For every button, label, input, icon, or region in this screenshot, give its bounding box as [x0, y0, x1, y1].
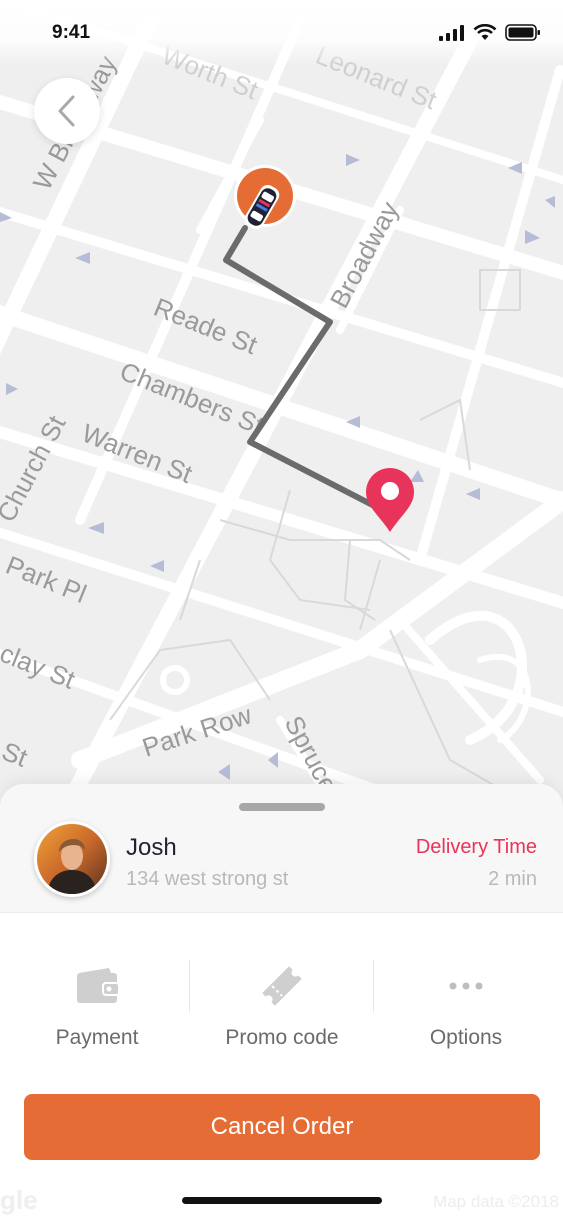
- delivery-time-label: Delivery Time: [415, 836, 537, 858]
- delivery-time-value: 2 min: [488, 868, 537, 890]
- status-icons: [439, 24, 541, 41]
- driver-photo: [37, 824, 107, 894]
- promo-code-label: Promo code: [225, 1026, 339, 1049]
- order-sheet: Josh 134 west strong st Delivery Time 2 …: [0, 784, 563, 1218]
- home-indicator[interactable]: [182, 1197, 382, 1204]
- cellular-signal-icon: [439, 24, 464, 41]
- status-bar: 9:41: [0, 0, 563, 66]
- payment-button[interactable]: Payment: [3, 946, 191, 1066]
- status-time: 9:41: [52, 22, 91, 43]
- action-bar: Payment Promo code Options: [0, 946, 563, 1066]
- map-attribution: Map data ©2018: [433, 1192, 559, 1211]
- battery-icon: [505, 24, 540, 41]
- promo-code-button[interactable]: Promo code: [188, 946, 376, 1066]
- map-logo: gle: [0, 1185, 38, 1215]
- cancel-order-button[interactable]: Cancel Order: [24, 1094, 540, 1160]
- payment-label: Payment: [55, 1026, 139, 1049]
- sheet-drag-handle[interactable]: [239, 803, 325, 811]
- options-label: Options: [429, 1026, 503, 1049]
- driver-address: 134 west strong st: [126, 868, 289, 890]
- driver-info-row: Josh 134 west strong st Delivery Time 2 …: [0, 784, 563, 913]
- options-button[interactable]: Options: [372, 946, 560, 1066]
- driver-name: Josh: [126, 834, 177, 861]
- wallet-icon: [77, 968, 119, 1003]
- app-screen: Worth St Leonard St W Broadway Broadway …: [0, 0, 563, 1218]
- back-button[interactable]: [34, 78, 100, 144]
- chevron-left-icon: [58, 95, 75, 127]
- ticket-icon: [262, 966, 302, 1006]
- wifi-icon: [473, 24, 497, 40]
- avatar[interactable]: [34, 821, 110, 897]
- more-dots-icon: [449, 982, 483, 990]
